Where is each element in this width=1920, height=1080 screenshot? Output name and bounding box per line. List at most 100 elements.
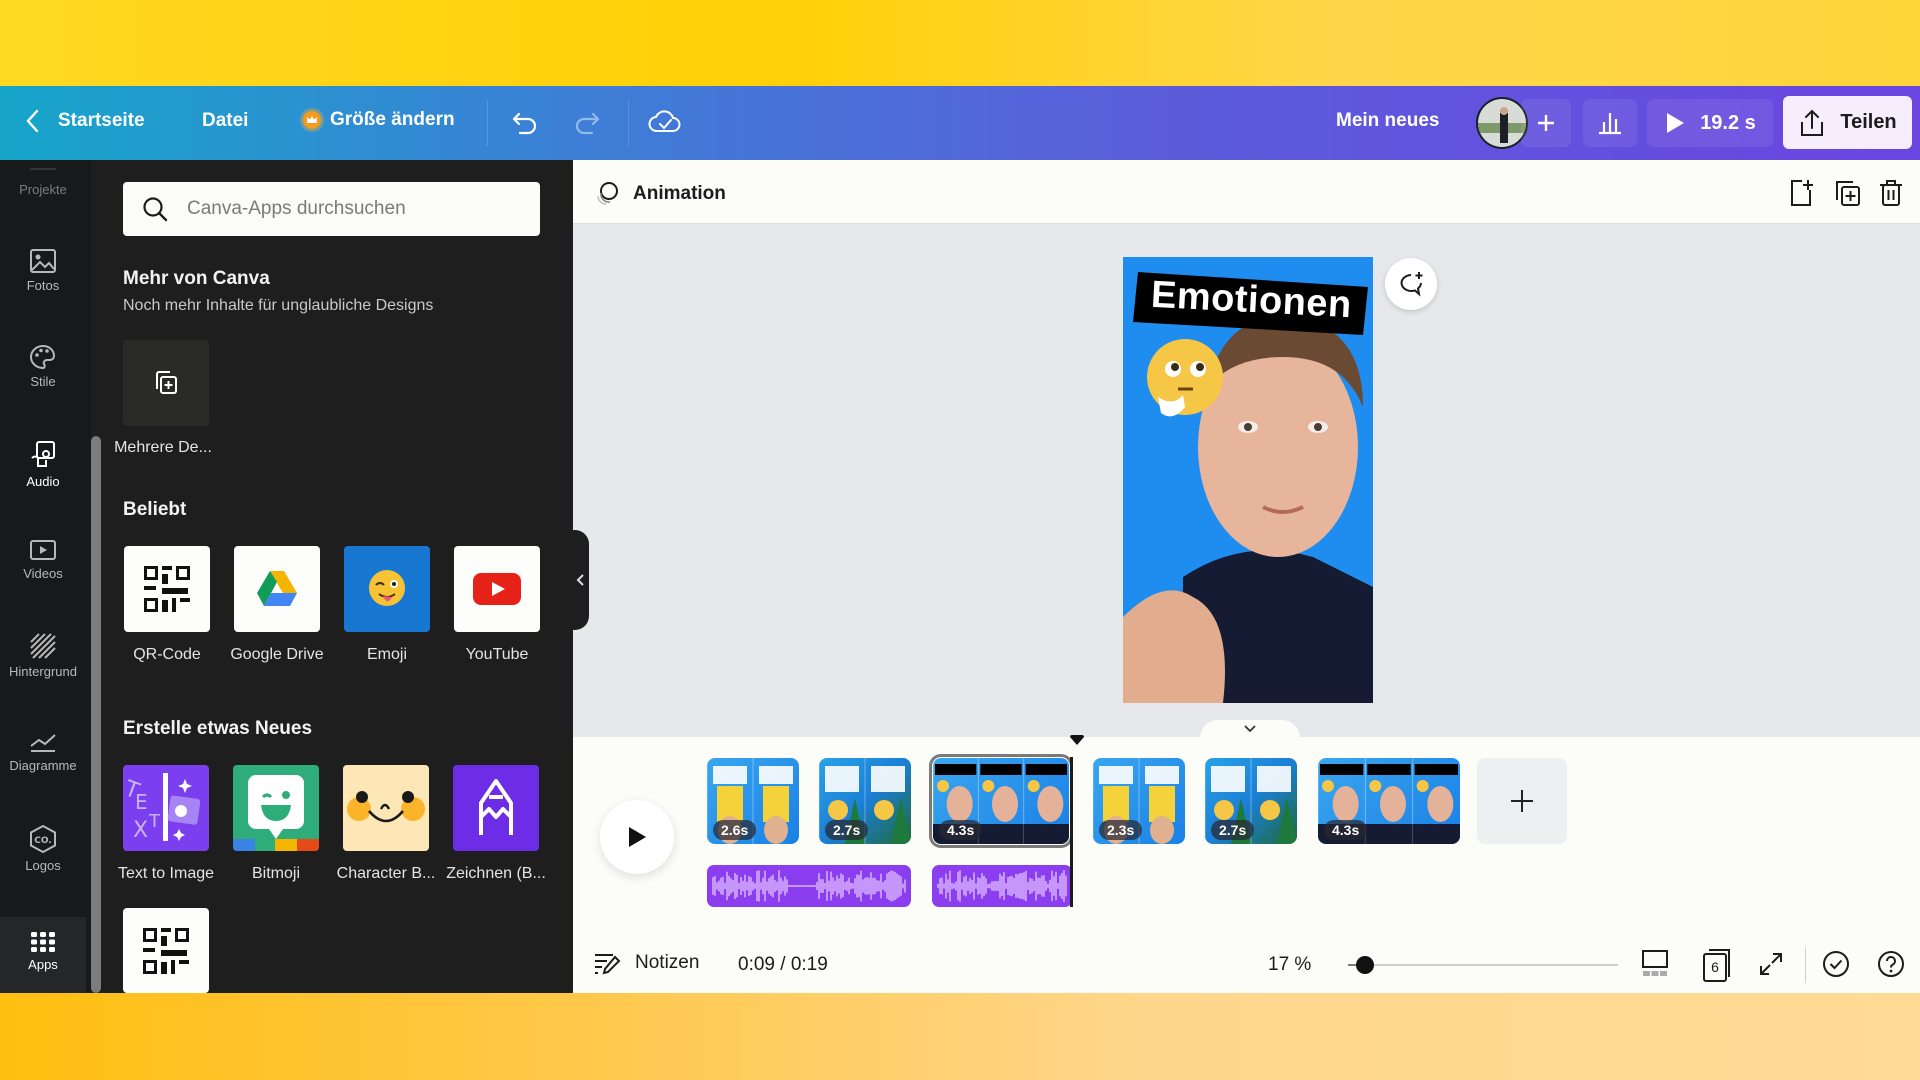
app-label: QR-Code [133,646,201,663]
pencil-draw-icon [479,779,513,835]
music-icon [31,441,55,467]
sidebar: Projekte Fotos Stile Audio Videos Hinter… [0,160,91,993]
grid-view-icon[interactable] [1641,949,1669,979]
comment-add-icon [1400,272,1423,297]
app-label: Emoji [366,646,407,663]
audio-track-1[interactable] [707,865,911,907]
add-clip-button[interactable] [1477,758,1567,844]
timeline-toggle[interactable] [1200,720,1300,738]
app-tile-youtube[interactable] [454,546,540,632]
timeline-clip[interactable]: 4.3s [1318,758,1460,844]
logo-icon: CO. [30,824,56,854]
crown-icon [298,106,326,134]
character-face-icon [347,791,425,823]
sidebar-item-logos[interactable]: CO. Logos [0,824,86,873]
check-circle-icon[interactable] [1821,949,1851,979]
app-label: Google Drive [230,646,324,663]
sidebar-item-stile[interactable]: Stile [0,344,86,389]
design-canvas[interactable]: Emotionen [1123,257,1373,703]
google-drive-icon [257,571,297,606]
file-menu[interactable]: Datei [202,110,248,132]
panel-scrollbar[interactable] [91,436,101,993]
undo-icon[interactable] [510,108,540,138]
section-title-create: Erstelle etwas Neues [123,718,313,739]
sidebar-item-label: Diagramme [9,758,77,773]
add-page-icon[interactable] [1788,178,1816,208]
trash-icon[interactable] [1878,178,1904,208]
qr-code-icon [144,566,190,612]
notes-icon [595,954,621,975]
upload-icon [1801,109,1824,136]
text-to-image-icon: TEX T [123,773,201,843]
app-tile-qr-code[interactable] [124,546,210,632]
preview-play-button[interactable]: 19.2 s [1647,99,1773,147]
sidebar-item-label: Projekte [19,182,67,197]
timeline-play-button[interactable] [600,800,674,874]
plus-icon [1538,115,1554,131]
app-tile-multiple-designs[interactable] [123,340,209,426]
zoom-slider-track[interactable] [1348,956,1618,974]
top-bar: Startseite Datei Größe ändern Mein neues… [0,86,1920,160]
timeline-clip[interactable]: 2.3s [1093,758,1185,844]
timeline-clip[interactable]: 4.3s [929,754,1073,848]
divider [628,100,629,146]
app-tile-bitmoji[interactable] [233,765,319,851]
add-collaborator-button[interactable] [1521,99,1571,147]
sidebar-item-hintergrund[interactable]: Hintergrund [0,632,86,679]
audio-track-2[interactable] [932,865,1072,907]
cloud-saved-icon[interactable] [648,106,682,138]
zoom-slider-thumb[interactable] [1356,956,1374,974]
app-tile-text-to-image[interactable]: TEXT [123,765,209,851]
timeline-clip[interactable]: 2.6s [707,758,799,844]
app-tile-qr-code-2[interactable] [123,908,209,993]
pages-button[interactable]: 6 [1701,947,1733,983]
insights-button[interactable] [1583,99,1637,147]
sidebar-item-fotos[interactable]: Fotos [0,248,86,293]
timeline-clip[interactable]: 2.7s [819,758,911,844]
resize-button[interactable]: Größe ändern [298,106,455,134]
app-tile-character-builder[interactable] [343,765,429,851]
play-icon [1667,113,1685,133]
sidebar-item-label: Apps [28,957,58,972]
sidebar-item-videos[interactable]: Videos [0,538,86,581]
sidebar-item-diagramme[interactable]: Diagramme [0,730,86,773]
sidebar-item-projekte[interactable]: Projekte [0,182,86,197]
audio-waveform [937,870,1067,902]
redo-icon[interactable] [572,108,602,138]
app-tile-emoji[interactable] [344,546,430,632]
clip-duration: 2.6s [713,820,757,840]
add-comment-button[interactable] [1385,258,1437,310]
sidebar-item-label: Hintergrund [9,664,77,679]
svg-text:X: X [133,818,148,843]
sidebar-item-label: Fotos [26,278,60,293]
app-tile-google-drive[interactable] [234,546,320,632]
sidebar-item-audio[interactable]: Audio [0,440,86,489]
timeline-clip[interactable]: 2.7s [1205,758,1297,844]
svg-text:E: E [135,790,148,814]
fullscreen-icon[interactable] [1758,951,1784,977]
bar-chart-icon [1599,113,1621,135]
notes-button[interactable]: Notizen [593,951,699,975]
app-tile-draw[interactable] [453,765,539,851]
home-link[interactable]: Startseite [24,108,145,134]
apps-search-field[interactable] [123,182,540,236]
app-label: Character B... [336,865,436,882]
sidebar-item-apps[interactable]: Apps [0,917,86,993]
design-title[interactable]: Mein neues [1336,110,1439,132]
collapse-panel-handle[interactable] [573,530,589,630]
playhead-line[interactable] [1070,757,1073,907]
help-icon[interactable] [1876,949,1906,979]
editor-toolbar: Animation [573,160,1920,224]
home-label: Startseite [58,110,145,131]
app-label: Text to Image [117,865,215,882]
zoom-level[interactable]: 17 % [1268,954,1311,976]
chevron-left-icon [576,574,584,586]
apps-search-input[interactable] [187,198,517,220]
duplicate-page-icon[interactable] [1833,178,1863,208]
bitmoji-icon [233,775,319,851]
share-button[interactable]: Teilen [1783,96,1912,149]
emoji-icon [369,570,405,606]
image-icon [30,249,56,273]
animation-button[interactable]: Animation [593,180,726,208]
playhead-handle[interactable] [1070,732,1084,745]
